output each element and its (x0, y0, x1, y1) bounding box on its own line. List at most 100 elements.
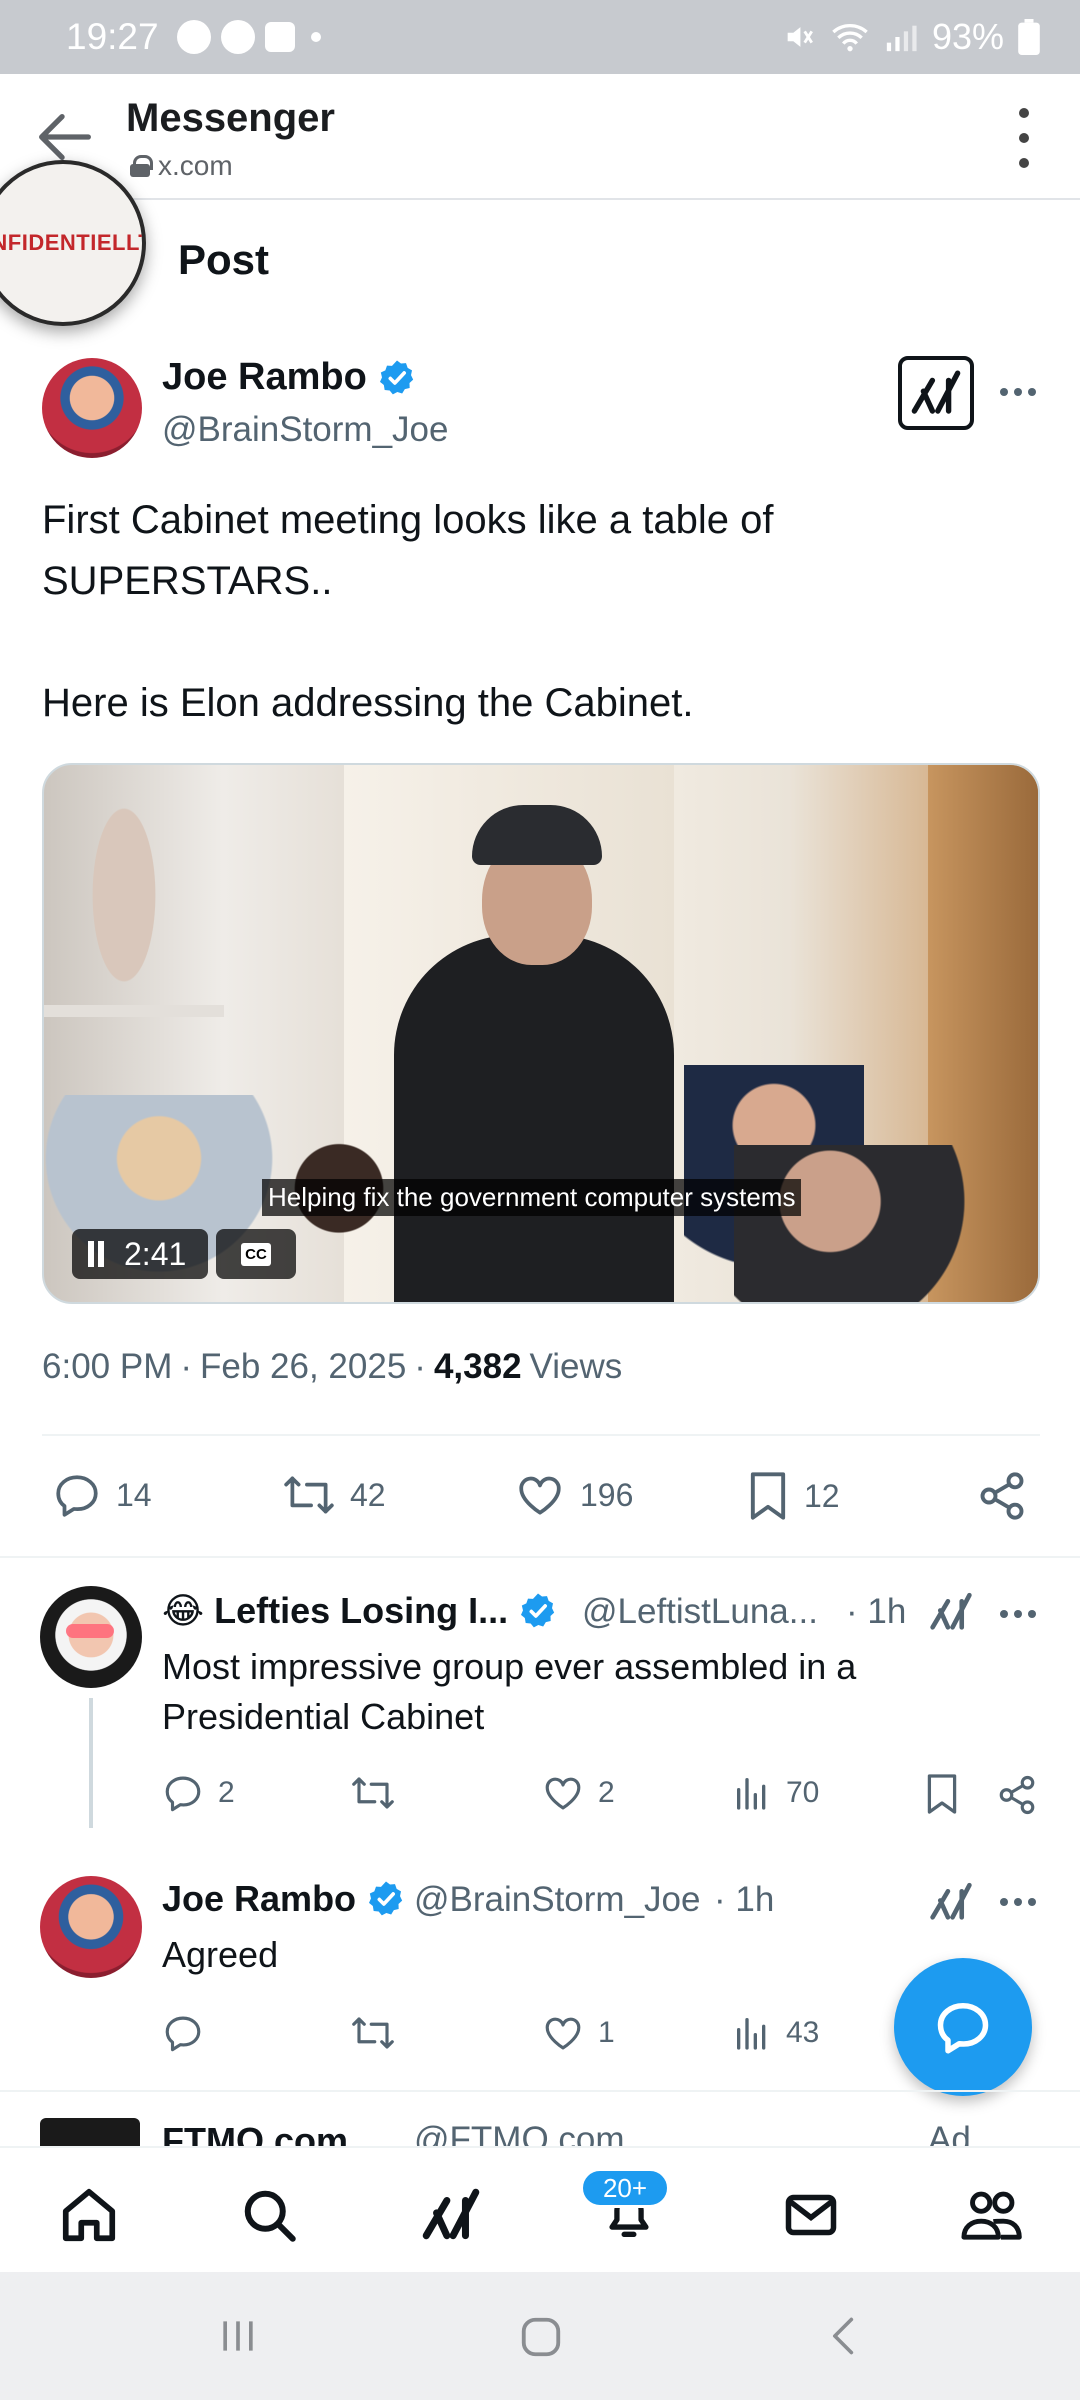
like-count: 196 (580, 1476, 634, 1513)
more-notifications-dot-icon (310, 32, 321, 42)
recent-apps-icon[interactable] (216, 2314, 260, 2358)
divider (0, 2090, 1080, 2092)
grok-button[interactable] (898, 356, 974, 430)
chat-head-label: ONFIDENTIELLT (0, 230, 146, 255)
nav-messages[interactable] (778, 2182, 844, 2248)
post-meta: 6:00 PM · Feb 26, 2025 · 4,382 Views (42, 1347, 622, 1387)
bookmark-count: 12 (804, 1477, 840, 1514)
reply-text: Agreed (162, 1934, 279, 1975)
reply-age: · 1h (846, 1592, 907, 1631)
reply-count: 2 (218, 1776, 235, 1809)
back-button-icon[interactable] (822, 2314, 866, 2358)
share-button[interactable] (996, 1774, 1038, 1816)
video-scene-speaker (394, 935, 674, 1302)
author-handle: @BrainStorm_Joe (162, 410, 449, 449)
nav-communities[interactable] (958, 2182, 1024, 2248)
nav-grok[interactable] (418, 2182, 484, 2248)
bookmark-button[interactable] (924, 1772, 960, 1816)
share-button[interactable] (976, 1470, 1028, 1522)
views-count: 43 (786, 2016, 820, 2049)
video-time: 2:41 (124, 1235, 187, 1272)
compose-reply-button[interactable] (894, 1958, 1032, 2096)
like-button[interactable]: 1 (542, 2012, 615, 2054)
grok-icon[interactable] (928, 1880, 974, 1924)
grok-icon (422, 2188, 480, 2240)
verified-badge-icon (369, 1881, 403, 1916)
nav-home[interactable] (56, 2182, 122, 2248)
reply-button[interactable]: 14 (52, 1470, 152, 1520)
repost-button[interactable] (350, 2012, 396, 2054)
reply-button[interactable] (162, 2012, 204, 2054)
next-item-partial[interactable]: FTMO.com @FTMO.com Ad (0, 2096, 1080, 2148)
video-playback-control[interactable]: 2:41 (72, 1229, 208, 1279)
bookmark-button[interactable]: 12 (746, 1470, 840, 1522)
wifi-icon (832, 24, 868, 52)
like-button[interactable]: 196 (514, 1470, 633, 1520)
meta-separator: · (180, 1347, 193, 1386)
pause-icon[interactable] (86, 1241, 106, 1267)
notification-icons (176, 20, 321, 54)
author-avatar[interactable] (42, 358, 142, 458)
views-label: Views (529, 1347, 623, 1386)
repost-icon (352, 2017, 394, 2049)
divider (42, 1434, 1040, 1436)
reply-author-name[interactable]: Joe Rambo (162, 1878, 406, 1920)
home-icon (62, 2188, 116, 2242)
author-name: Joe Rambo (162, 356, 367, 398)
reply-avatar[interactable] (40, 1876, 142, 1978)
verified-badge-icon (379, 360, 413, 394)
bookmark-icon (750, 1472, 786, 1520)
reply-more-icon[interactable] (1000, 1610, 1036, 1618)
kebab-menu-icon[interactable] (1012, 108, 1036, 168)
browser-url: x.com (130, 150, 233, 182)
reply-button[interactable]: 2 (162, 1772, 235, 1814)
grok-icon[interactable] (928, 1590, 974, 1634)
thread-line (89, 1698, 93, 1828)
post-date: Feb 26, 2025 (200, 1347, 407, 1386)
search-icon (244, 2190, 296, 2242)
reply-avatar[interactable] (40, 1586, 142, 1688)
repost-count: 42 (350, 1476, 386, 1513)
nav-search[interactable] (236, 2182, 302, 2248)
page-title: Post (178, 236, 270, 283)
url-text: x.com (158, 150, 233, 181)
captions-button[interactable]: CC (216, 1229, 296, 1279)
like-button[interactable]: 2 (542, 1772, 615, 1814)
divider (0, 1556, 1080, 1558)
advertiser-logo (40, 2118, 140, 2148)
views-button[interactable]: 70 (732, 1772, 819, 1814)
bookmark-icon (927, 1774, 957, 1814)
video-scene-person-corner (734, 1145, 974, 1302)
reply-author-name[interactable]: 😂 Lefties Losing I... (162, 1590, 558, 1632)
reply-icon (165, 1776, 201, 1812)
telegram-icon (220, 20, 255, 54)
home-button-icon[interactable] (518, 2314, 564, 2360)
bottom-nav: 20+ (0, 2146, 1080, 2272)
status-time: 19:27 (66, 16, 159, 57)
video-scene-vase (84, 785, 164, 985)
advertiser-handle: @FTMO.com (414, 2120, 625, 2148)
repost-button[interactable] (350, 1772, 396, 1814)
post-video[interactable]: Helping fix the government computer syst… (42, 763, 1040, 1304)
author-name-row[interactable]: Joe Rambo (162, 356, 417, 399)
views-button[interactable]: 43 (732, 2012, 819, 2054)
views-icon (737, 2018, 766, 2050)
post-time: 6:00 PM (42, 1347, 173, 1386)
battery-icon (1018, 19, 1040, 55)
facebook-icon (176, 20, 211, 54)
signal-icon (886, 25, 917, 52)
like-icon (519, 1476, 561, 1515)
emoji-icon: 😂 (162, 1590, 205, 1631)
checkbox-icon (264, 22, 295, 52)
cc-icon: CC (241, 1242, 271, 1266)
post-more-icon[interactable] (1000, 388, 1036, 396)
views-icon (737, 1778, 766, 1810)
battery-level: 93% (931, 16, 1004, 57)
repost-button[interactable]: 42 (282, 1470, 386, 1520)
post-text: First Cabinet meeting looks like a table… (42, 498, 774, 725)
system-icons: 93% (782, 16, 1040, 58)
repost-icon (284, 1476, 334, 1514)
reply-author-handle: @BrainStorm_Joe (414, 1880, 701, 1919)
views-count: 4,382 (433, 1347, 522, 1386)
reply-more-icon[interactable] (1000, 1898, 1036, 1906)
